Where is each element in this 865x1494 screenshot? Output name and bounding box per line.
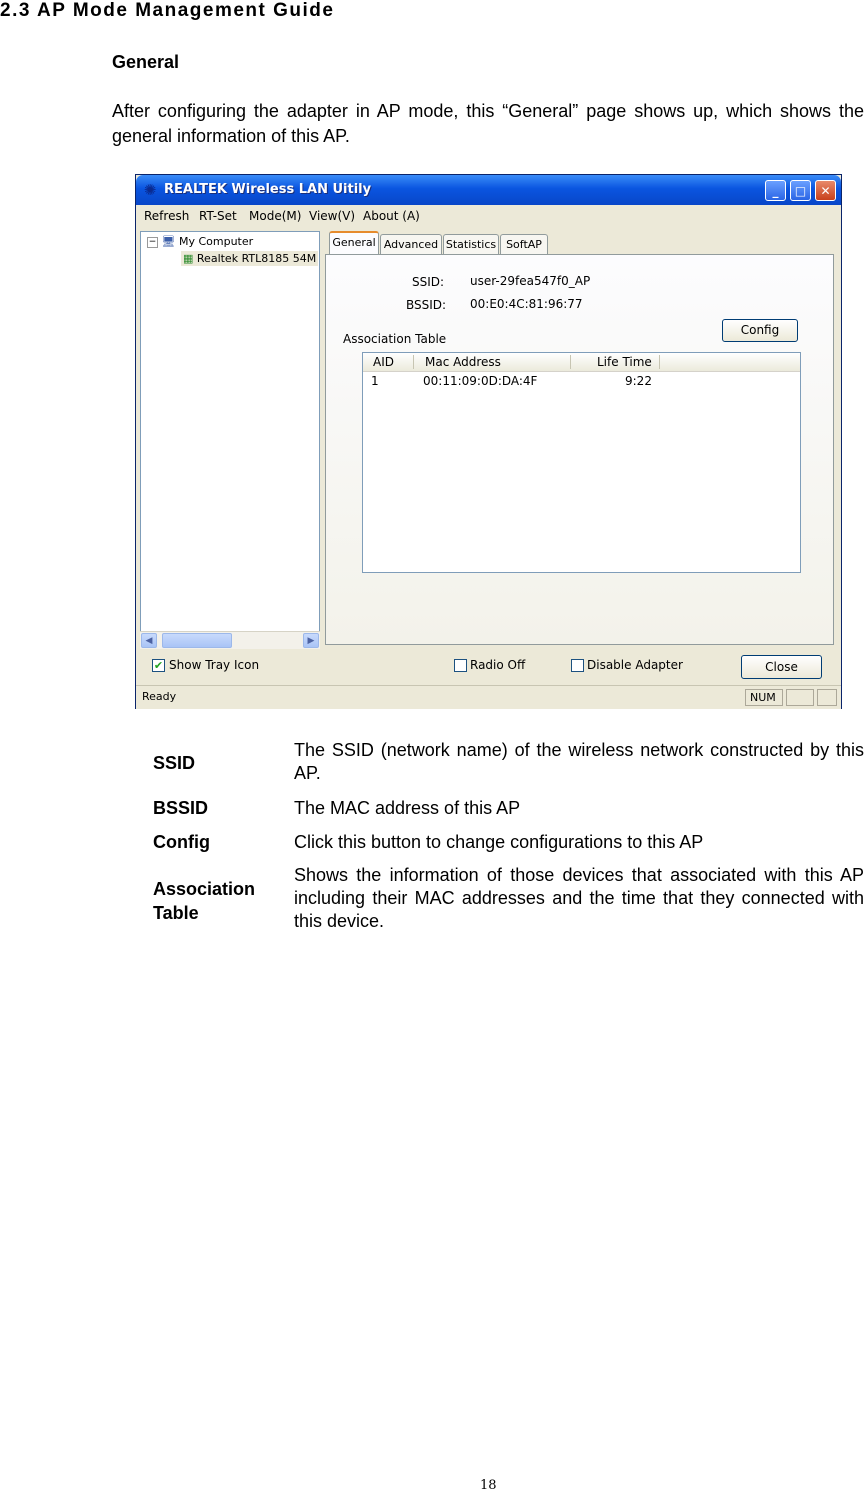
menu-mode[interactable]: Mode(M)	[249, 209, 301, 223]
status-pane	[817, 689, 837, 706]
ssid-value: user-29fea547f0_AP	[470, 274, 591, 288]
association-table: AID Mac Address Life Time 1 00:11:09:0D:…	[362, 352, 801, 573]
cell-aid: 1	[371, 374, 379, 388]
tree-root-label: My Computer	[178, 235, 254, 248]
config-button[interactable]: Config	[722, 319, 798, 342]
term-bssid: BSSID	[153, 798, 209, 818]
show-tray-checkbox[interactable]: ✔	[152, 659, 165, 672]
desc-association-table: Shows the information of those devices t…	[294, 865, 864, 931]
bssid-label: BSSID:	[406, 298, 447, 312]
tree-child-label: Realtek RTL8185 54M	[196, 252, 317, 265]
scroll-right-icon[interactable]: ▶	[303, 633, 319, 648]
disable-adapter-label[interactable]: Disable Adapter	[587, 658, 683, 672]
tree-item-adapter[interactable]: ▦ Realtek RTL8185 54M	[181, 251, 319, 266]
ssid-label: SSID:	[412, 275, 445, 289]
collapse-icon[interactable]: −	[147, 236, 158, 248]
status-pane	[786, 689, 814, 706]
section-heading: 2.3 AP Mode Management Guide	[0, 0, 335, 21]
subsection-heading: General	[112, 52, 180, 72]
menu-rt-set[interactable]: RT-Set	[199, 209, 237, 223]
general-panel: SSID: user-29fea547f0_AP BSSID: 00:E0:4C…	[325, 254, 834, 645]
table-row[interactable]: 1 00:11:09:0D:DA:4F 9:22	[363, 353, 800, 393]
close-window-button[interactable]: ✕	[815, 180, 836, 201]
num-lock-indicator: NUM	[745, 689, 783, 706]
tab-statistics[interactable]: Statistics	[443, 234, 499, 254]
scroll-left-icon[interactable]: ◀	[141, 633, 157, 648]
minimize-button[interactable]: _	[765, 180, 786, 201]
device-tree: − 🖥 My Computer ▦ Realtek RTL8185 54M	[140, 231, 320, 649]
tree-item-my-computer[interactable]: − 🖥 My Computer	[147, 235, 253, 248]
term-association-table: Association Table	[153, 879, 256, 923]
desc-ssid: The SSID (network name) of the wireless …	[294, 740, 864, 783]
scroll-thumb[interactable]	[162, 633, 232, 648]
menu-view[interactable]: View(V)	[309, 209, 355, 223]
intro-paragraph: After configuring the adapter in AP mode…	[112, 101, 864, 146]
menu-refresh[interactable]: Refresh	[144, 209, 189, 223]
cell-mac: 00:11:09:0D:DA:4F	[423, 374, 538, 388]
close-button[interactable]: Close	[741, 655, 822, 679]
tab-advanced[interactable]: Advanced	[380, 234, 442, 254]
computer-icon: 🖥	[161, 235, 176, 248]
show-tray-label[interactable]: Show Tray Icon	[169, 658, 259, 672]
term-config: Config	[153, 832, 210, 852]
menu-about[interactable]: About (A)	[363, 209, 420, 223]
maximize-button[interactable]: □	[790, 180, 811, 201]
window-title: REALTEK Wireless LAN Uitily	[164, 182, 372, 197]
bssid-value: 00:E0:4C:81:96:77	[470, 297, 583, 311]
utility-window: ✺ REALTEK Wireless LAN Uitily _ □ ✕ Refr…	[135, 174, 842, 709]
status-text: Ready	[142, 690, 177, 703]
page-number: 18	[480, 1478, 497, 1493]
realtek-app-icon: ✺	[143, 181, 157, 199]
tab-softap[interactable]: SoftAP	[500, 234, 548, 254]
radio-off-label[interactable]: Radio Off	[470, 658, 525, 672]
status-bar: Ready NUM	[136, 685, 841, 709]
menu-bar: Refresh RT-Set Mode(M) View(V) About (A)	[136, 206, 841, 226]
tree-horizontal-scrollbar[interactable]: ◀ ▶	[140, 631, 320, 649]
tab-general[interactable]: General	[329, 231, 379, 255]
desc-config: Click this button to change configuratio…	[294, 832, 704, 852]
adapter-icon: ▦	[183, 252, 194, 265]
disable-adapter-checkbox[interactable]	[571, 659, 584, 672]
radio-off-checkbox[interactable]	[454, 659, 467, 672]
title-bar[interactable]: ✺ REALTEK Wireless LAN Uitily _ □ ✕	[136, 175, 841, 205]
association-table-label: Association Table	[343, 332, 447, 346]
desc-bssid: The MAC address of this AP	[294, 798, 521, 818]
tab-container: General Advanced Statistics SoftAP SSID:…	[325, 231, 838, 649]
term-ssid: SSID	[153, 753, 196, 773]
cell-life-time: 9:22	[625, 374, 652, 388]
